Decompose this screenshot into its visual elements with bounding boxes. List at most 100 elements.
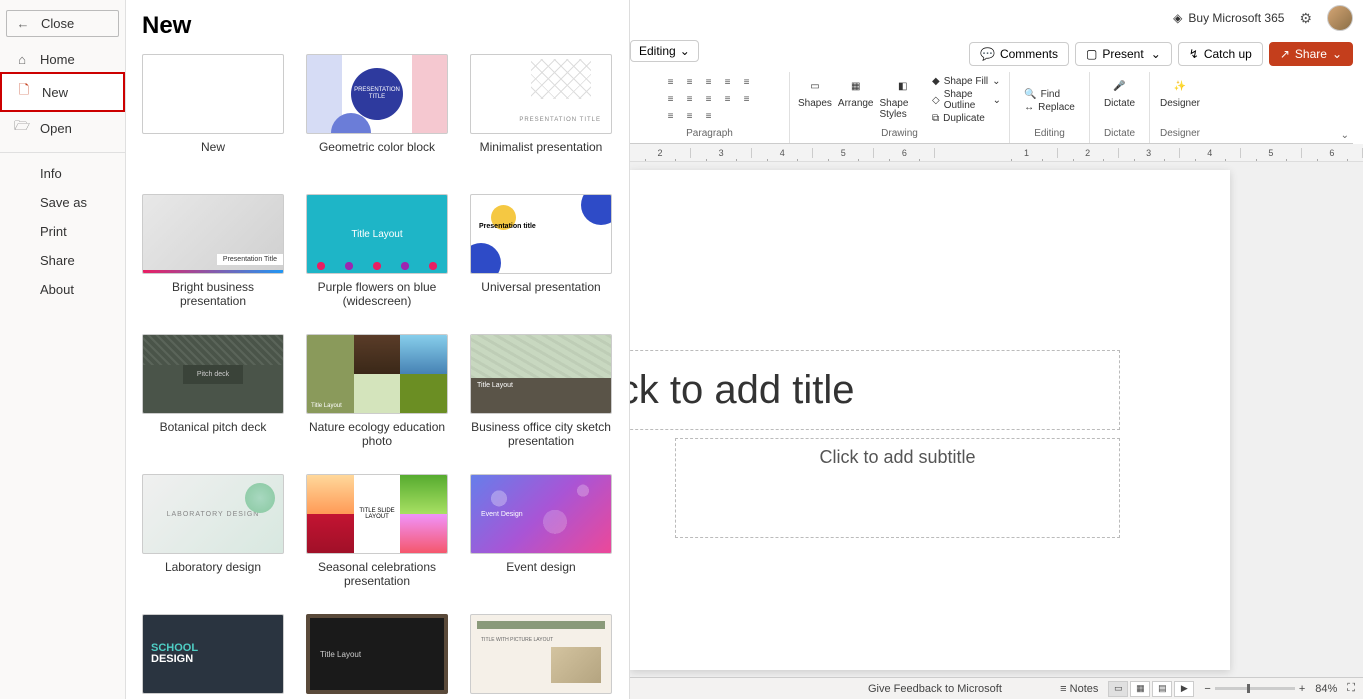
title-placeholder[interactable]: lick to add title xyxy=(590,350,1120,430)
shapes-button[interactable]: ▭Shapes xyxy=(798,76,832,109)
template-thumb-bright[interactable]: Presentation Title xyxy=(142,194,284,274)
template-card: LABORATORY DESIGN Laboratory design xyxy=(142,474,284,590)
template-thumb-event[interactable]: Event Design xyxy=(470,474,612,554)
paragraph-icons[interactable]: ≡≡≡≡≡ ≡≡≡≡≡ ≡≡≡ xyxy=(664,76,756,124)
template-label: Business office city sketch presentation xyxy=(470,420,612,450)
arrange-button[interactable]: ▦Arrange xyxy=(838,76,874,109)
ribbon-group-dictate: 🎤Dictate Dictate xyxy=(1090,72,1150,143)
present-button[interactable]: ▢ Present ⌄ xyxy=(1075,42,1172,66)
ruler-mark: 4 xyxy=(1180,148,1241,158)
feedback-link[interactable]: Give Feedback to Microsoft xyxy=(868,683,1002,695)
template-thumb-universal[interactable]: Presentation title xyxy=(470,194,612,274)
notes-button[interactable]: ≡ Notes xyxy=(1060,683,1098,695)
replace-button[interactable]: ↔Replace xyxy=(1024,102,1075,113)
file-new-button[interactable]: 🗋 New xyxy=(0,72,125,112)
file-print-button[interactable]: Print xyxy=(0,217,125,246)
zoom-slider[interactable]: − + xyxy=(1204,683,1305,695)
template-label: Laboratory design xyxy=(165,560,261,590)
share-label: Share xyxy=(1295,47,1327,61)
replace-icon: ↔ xyxy=(1024,102,1034,113)
file-home-button[interactable]: ⌂ Home xyxy=(0,45,125,74)
subtitle-placeholder[interactable]: Click to add subtitle xyxy=(675,438,1120,538)
designer-icon: ✨ xyxy=(1170,76,1190,96)
template-label: New xyxy=(201,140,225,170)
editing-group-label: Editing xyxy=(1034,128,1065,139)
buy-m365-button[interactable]: ◈ Buy Microsoft 365 xyxy=(1173,11,1284,25)
template-thumb-office[interactable]: Title Layout xyxy=(470,334,612,414)
template-thumb-botanical[interactable]: Pitch deck xyxy=(142,334,284,414)
dictate-button[interactable]: 🎤Dictate xyxy=(1104,76,1135,109)
template-thumb-new[interactable] xyxy=(142,54,284,134)
duplicate-button[interactable]: ⧉Duplicate xyxy=(932,113,1001,124)
fit-to-window-button[interactable]: ⛶ xyxy=(1347,682,1355,695)
slide[interactable]: lick to add title Click to add subtitle xyxy=(630,170,1230,670)
ruler-mark: 4 xyxy=(752,148,813,158)
file-share-button[interactable]: Share xyxy=(0,246,125,275)
find-button[interactable]: 🔍Find xyxy=(1024,89,1075,100)
template-thumb-laboratory[interactable]: LABORATORY DESIGN xyxy=(142,474,284,554)
share-button[interactable]: ↗ Share ⌄ xyxy=(1269,42,1353,66)
file-close-button[interactable]: ← Close xyxy=(6,10,119,37)
template-thumb-nature[interactable]: Title Layout xyxy=(306,334,448,414)
file-open-label: Open xyxy=(40,121,72,136)
ruler-mark: 5 xyxy=(813,148,874,158)
template-label: Event design xyxy=(506,560,575,590)
file-about-button[interactable]: About xyxy=(0,275,125,304)
file-info-label: Info xyxy=(40,166,62,181)
zoom-in-icon[interactable]: + xyxy=(1299,683,1305,695)
file-share-label: Share xyxy=(40,253,75,268)
file-open-button[interactable]: 🗁 Open xyxy=(0,110,125,146)
template-card: Presentation Title Bright business prese… xyxy=(142,194,284,310)
file-info-button[interactable]: Info xyxy=(0,159,125,188)
template-thumb-school[interactable]: SCHOOLDESIGN xyxy=(142,614,284,694)
shape-styles-button[interactable]: ◧Shape Styles xyxy=(880,76,926,120)
app-header: ◈ Buy Microsoft 365 ⚙ xyxy=(630,0,1363,36)
comment-icon: 💬 xyxy=(980,47,995,61)
zoom-level[interactable]: 84% xyxy=(1315,683,1337,695)
designer-button[interactable]: ✨Designer xyxy=(1160,76,1200,109)
reading-view-button[interactable]: ▤ xyxy=(1152,681,1172,697)
template-thumb-seasonal[interactable]: TITLE SLIDE LAYOUT xyxy=(306,474,448,554)
template-thumb-academic[interactable]: TITLE WITH PICTURE LAYOUT xyxy=(470,614,612,694)
dictate-group-label: Dictate xyxy=(1104,128,1135,139)
ruler-mark: 5 xyxy=(1241,148,1302,158)
paragraph-group-label: Paragraph xyxy=(686,128,733,139)
template-thumb-purple[interactable]: Title Layout xyxy=(306,194,448,274)
avatar[interactable] xyxy=(1327,5,1353,31)
shape-fill-button[interactable]: ◆Shape Fill⌄ xyxy=(932,76,1001,87)
template-card: Title Layout Purple flowers on blue (wid… xyxy=(306,194,448,310)
catchup-button[interactable]: ↯ Catch up xyxy=(1178,42,1263,66)
file-sidebar: ← Close ⌂ Home 🗋 New 🗁 Open Info Save as… xyxy=(0,0,126,699)
template-thumb-chalkboard[interactable]: Title Layout xyxy=(306,614,448,694)
zoom-out-icon[interactable]: − xyxy=(1204,683,1210,695)
ruler-mark: 2 xyxy=(1058,148,1119,158)
ruler-mark: 3 xyxy=(1119,148,1180,158)
template-label: Minimalist presentation xyxy=(480,140,603,170)
normal-view-button[interactable]: ▭ xyxy=(1108,681,1128,697)
file-home-label: Home xyxy=(40,52,75,67)
shape-styles-icon: ◧ xyxy=(893,76,913,96)
ribbon: ≡≡≡≡≡ ≡≡≡≡≡ ≡≡≡ Paragraph ▭Shapes ▦Arran… xyxy=(630,72,1353,144)
buy-m365-label: Buy Microsoft 365 xyxy=(1188,11,1284,25)
sorter-view-button[interactable]: ▦ xyxy=(1130,681,1150,697)
file-divider xyxy=(0,152,125,153)
comments-button[interactable]: 💬 Comments xyxy=(969,42,1069,66)
gear-icon[interactable]: ⚙ xyxy=(1299,10,1312,27)
template-label: Nature ecology education photo xyxy=(306,420,448,450)
chevron-down-icon: ⌄ xyxy=(1332,47,1342,61)
template-label: Botanical pitch deck xyxy=(160,420,267,450)
shape-outline-button[interactable]: ◇Shape Outline⌄ xyxy=(932,89,1001,111)
editing-mode-dropdown[interactable]: Editing ⌄ xyxy=(630,40,699,62)
slideshow-view-button[interactable]: ▶ xyxy=(1174,681,1194,697)
template-label: Geometric color block xyxy=(319,140,435,170)
home-icon: ⌂ xyxy=(14,52,30,67)
comments-label: Comments xyxy=(1000,47,1058,61)
ruler-mark: 1 xyxy=(996,148,1057,158)
ribbon-expand-icon[interactable]: ⌄ xyxy=(1341,130,1349,141)
template-label: Purple flowers on blue (widescreen) xyxy=(306,280,448,310)
template-thumb-geometric[interactable]: PRESENTATION TITLE xyxy=(306,54,448,134)
template-thumb-minimalist[interactable]: PRESENTATION TITLE xyxy=(470,54,612,134)
template-label: Universal presentation xyxy=(481,280,600,310)
file-print-label: Print xyxy=(40,224,67,239)
file-saveas-button[interactable]: Save as xyxy=(0,188,125,217)
